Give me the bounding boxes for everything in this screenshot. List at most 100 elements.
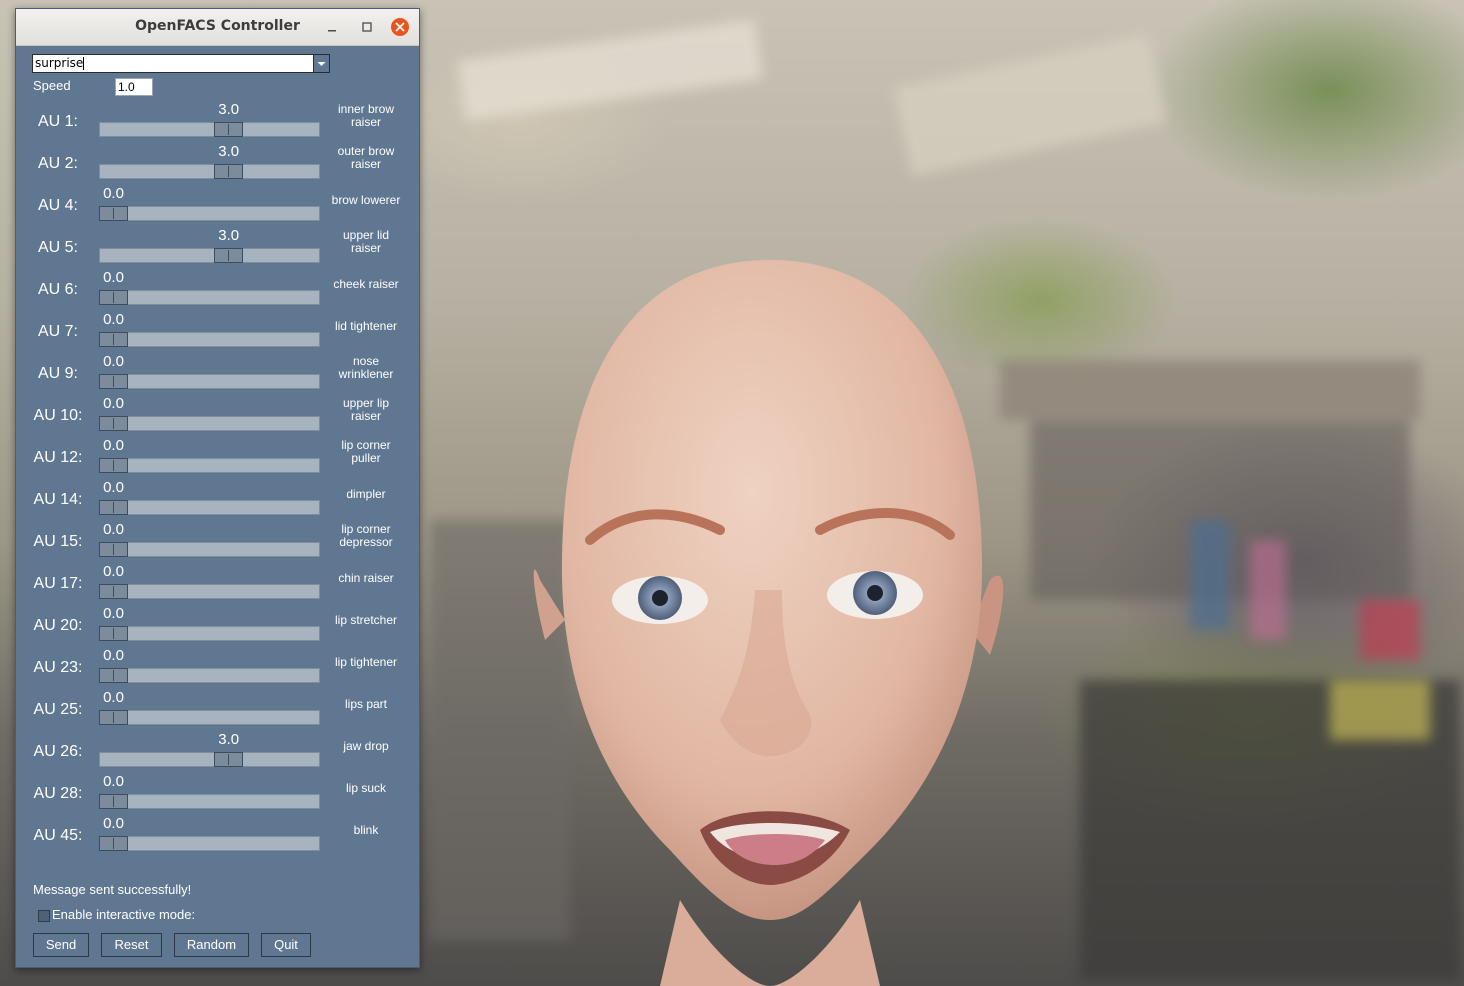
au-description: dimpler xyxy=(346,487,386,501)
au-slider-track[interactable] xyxy=(99,794,320,809)
openfacs-controller-window: OpenFACS Controller surprise Speed 1.0 A… xyxy=(15,8,420,968)
au-slider-thumb[interactable] xyxy=(214,752,244,767)
au-slider-track[interactable] xyxy=(99,752,320,767)
au-slider-track[interactable] xyxy=(99,332,320,347)
au-label: AU 7: xyxy=(37,323,78,340)
au-row: AU 17: 0.0 chin raiser xyxy=(16,563,419,605)
au-description: nose wrinklener xyxy=(338,354,394,381)
au-slider-thumb[interactable] xyxy=(214,164,244,179)
au-value: 0.0 xyxy=(103,815,124,832)
au-description: upper lid raiser xyxy=(342,228,390,255)
au-label: AU 15: xyxy=(33,533,83,550)
au-value: 0.0 xyxy=(103,563,124,580)
au-slider-thumb[interactable] xyxy=(214,248,244,263)
au-row: AU 2: 3.0 outer brow raiser xyxy=(16,143,419,185)
reset-button[interactable]: Reset xyxy=(101,933,162,957)
au-row: AU 10: 0.0 upper lip raiser xyxy=(16,395,419,437)
au-slider-thumb[interactable] xyxy=(99,206,128,221)
au-slider-thumb[interactable] xyxy=(99,668,128,683)
preset-dropdown[interactable]: surprise xyxy=(32,54,330,73)
au-row: AU 1: 3.0 inner brow raiser xyxy=(16,101,419,143)
status-message: Message sent successfully! xyxy=(33,882,192,897)
au-slider-thumb[interactable] xyxy=(99,584,128,599)
au-label: AU 6: xyxy=(37,281,78,298)
au-label: AU 10: xyxy=(33,407,83,424)
au-slider-thumb[interactable] xyxy=(99,542,128,557)
speed-input[interactable]: 1.0 xyxy=(115,78,153,96)
au-slider-track[interactable] xyxy=(99,668,320,683)
au-description: lip suck xyxy=(345,781,386,795)
au-value: 0.0 xyxy=(103,437,124,454)
au-slider-track[interactable] xyxy=(99,500,320,515)
au-row: AU 12: 0.0 lip corner puller xyxy=(16,437,419,479)
au-slider-thumb[interactable] xyxy=(99,416,128,431)
au-description: inner brow raiser xyxy=(337,102,395,129)
au-description: lip stretcher xyxy=(334,613,398,627)
au-description: brow lowerer xyxy=(331,193,401,207)
au-slider-track[interactable] xyxy=(99,374,320,389)
au-row: AU 26: 3.0 jaw drop xyxy=(16,731,419,773)
title-bar[interactable]: OpenFACS Controller xyxy=(16,9,419,46)
au-slider-track[interactable] xyxy=(99,836,320,851)
au-description: jaw drop xyxy=(343,739,389,753)
au-slider-thumb[interactable] xyxy=(99,332,128,347)
au-value: 3.0 xyxy=(218,227,240,244)
au-slider-track[interactable] xyxy=(99,248,320,263)
au-slider-thumb[interactable] xyxy=(99,374,128,389)
au-row: AU 45: 0.0 blink xyxy=(16,815,419,857)
au-value: 3.0 xyxy=(218,143,240,160)
au-value: 0.0 xyxy=(103,647,124,664)
au-label: AU 14: xyxy=(33,491,83,508)
au-value: 0.0 xyxy=(103,395,124,412)
au-description: upper lip raiser xyxy=(342,396,390,423)
au-row: AU 14: 0.0 dimpler xyxy=(16,479,419,521)
minimize-icon xyxy=(328,30,336,32)
maximize-button[interactable] xyxy=(358,18,376,36)
au-label: AU 25: xyxy=(33,701,83,718)
au-row: AU 7: 0.0 lid tightener xyxy=(16,311,419,353)
au-value: 0.0 xyxy=(103,605,124,622)
au-slider-thumb[interactable] xyxy=(99,458,128,473)
random-button[interactable]: Random xyxy=(174,933,249,957)
text-caret xyxy=(83,57,84,70)
au-label: AU 1: xyxy=(37,113,78,130)
au-value: 3.0 xyxy=(218,731,240,748)
chevron-down-icon xyxy=(317,62,326,66)
au-value: 0.0 xyxy=(103,689,124,706)
close-button[interactable] xyxy=(391,18,409,36)
au-label: AU 4: xyxy=(37,197,78,214)
minimize-button[interactable] xyxy=(323,18,341,36)
au-row: AU 25: 0.0 lips part xyxy=(16,689,419,731)
au-slider-track[interactable] xyxy=(99,584,320,599)
au-description: lip corner depressor xyxy=(339,522,393,549)
au-slider-thumb[interactable] xyxy=(99,836,128,851)
close-icon xyxy=(395,22,405,32)
au-slider-track[interactable] xyxy=(99,122,320,137)
au-label: AU 28: xyxy=(33,785,83,802)
au-value: 0.0 xyxy=(103,773,124,790)
dropdown-arrow-button[interactable] xyxy=(313,55,329,72)
au-label: AU 5: xyxy=(37,239,78,256)
au-slider-thumb[interactable] xyxy=(99,290,128,305)
au-slider-track[interactable] xyxy=(99,542,320,557)
interactive-mode-checkbox[interactable] xyxy=(38,910,50,922)
au-slider-track[interactable] xyxy=(99,710,320,725)
au-label: AU 23: xyxy=(33,659,83,676)
au-slider-track[interactable] xyxy=(99,206,320,221)
interactive-mode-label: Enable interactive mode: xyxy=(52,907,196,922)
au-description: chin raiser xyxy=(338,571,394,585)
au-slider-track[interactable] xyxy=(99,626,320,641)
au-slider-thumb[interactable] xyxy=(214,122,244,137)
au-slider-track[interactable] xyxy=(99,416,320,431)
au-slider-thumb[interactable] xyxy=(99,710,128,725)
au-slider-track[interactable] xyxy=(99,164,320,179)
quit-button[interactable]: Quit xyxy=(261,933,311,957)
au-slider-thumb[interactable] xyxy=(99,626,128,641)
au-description: blink xyxy=(353,823,379,837)
send-button[interactable]: Send xyxy=(33,933,89,957)
au-row: AU 5: 3.0 upper lid raiser xyxy=(16,227,419,269)
au-slider-track[interactable] xyxy=(99,458,320,473)
au-slider-thumb[interactable] xyxy=(99,794,128,809)
au-slider-track[interactable] xyxy=(99,290,320,305)
au-slider-thumb[interactable] xyxy=(99,500,128,515)
